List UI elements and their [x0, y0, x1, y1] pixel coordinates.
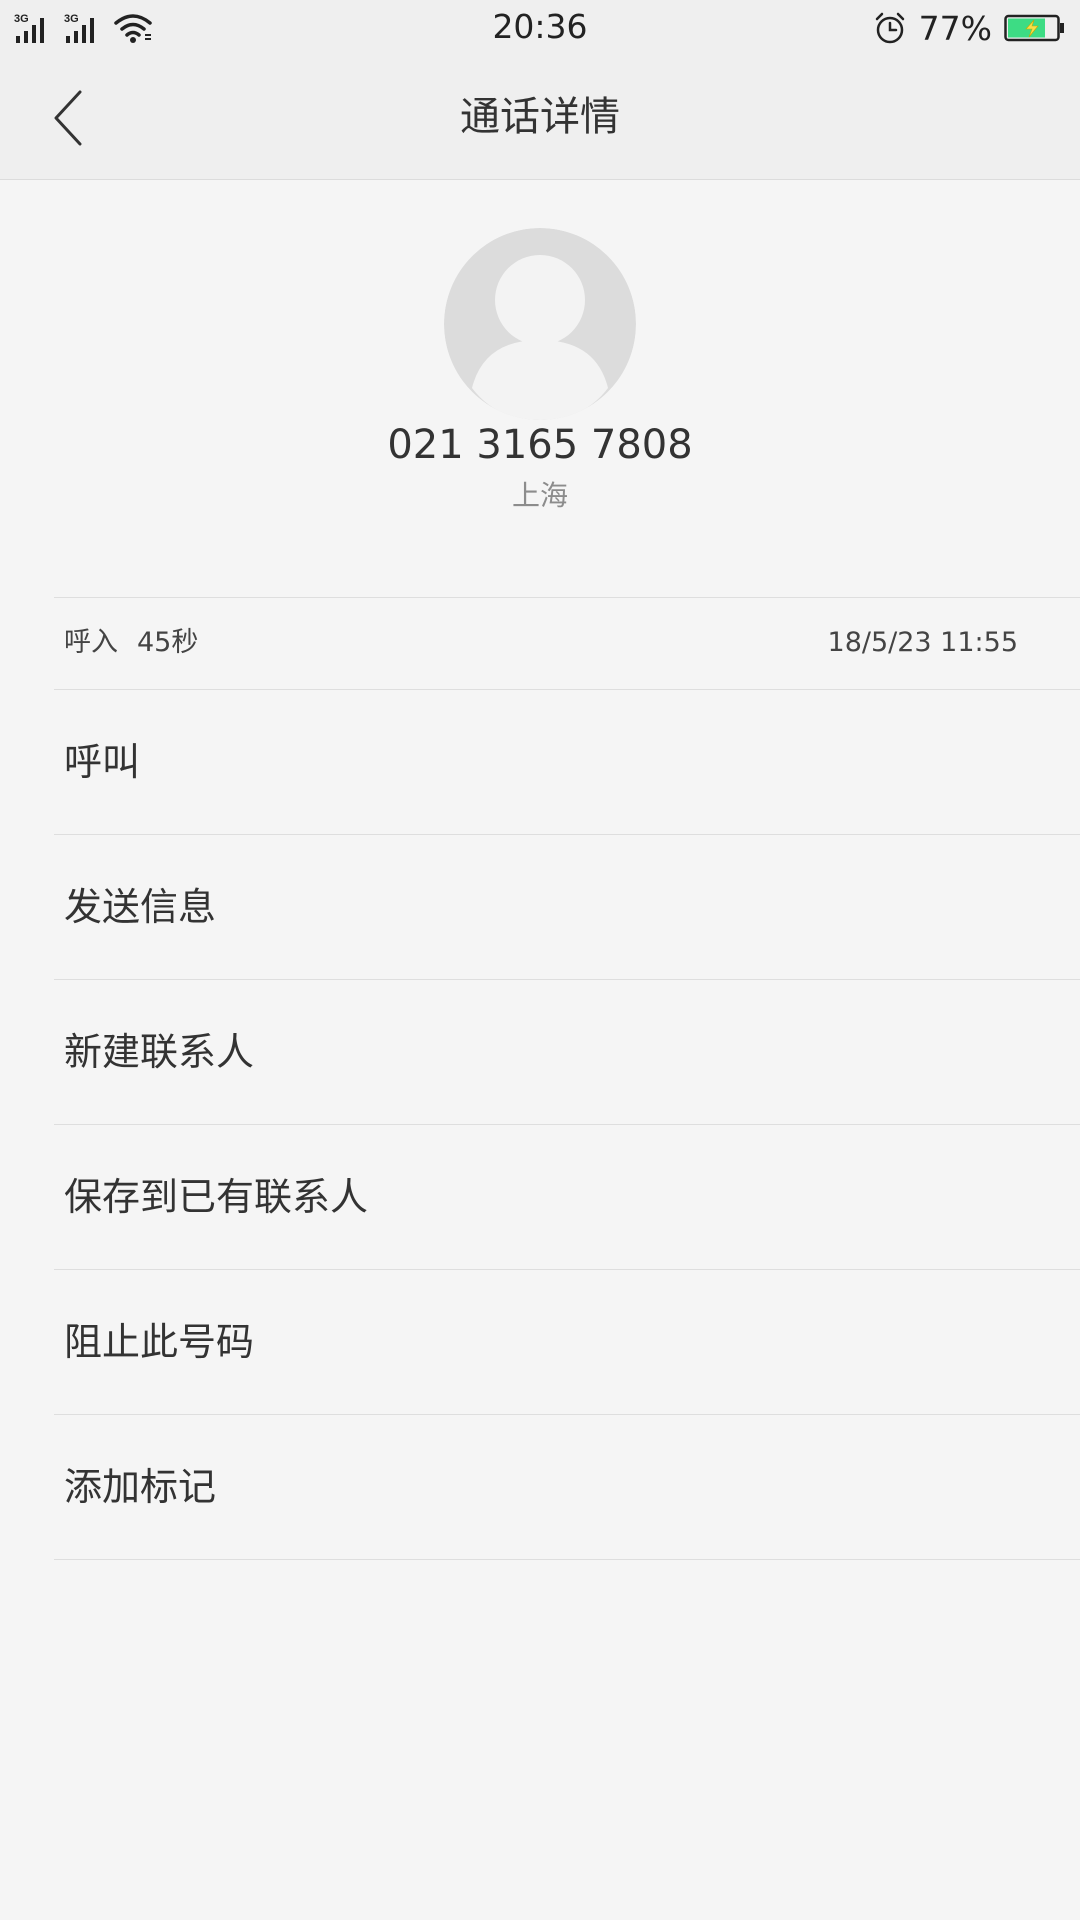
default-avatar-icon [444, 228, 636, 420]
new-contact-button[interactable]: 新建联系人 [54, 980, 1080, 1124]
status-right: 77% [873, 8, 1066, 48]
location-label: 上海 [511, 479, 568, 512]
block-number-label: 阻止此号码 [64, 1320, 255, 1364]
nav-bar: 通话详情 [0, 56, 1080, 180]
new-contact-label: 新建联系人 [64, 1030, 255, 1074]
signal-2-label: 3G [64, 13, 79, 25]
call-record-row: 呼入 45秒 18/5/23 11:55 [54, 598, 1080, 688]
call-duration: 45秒 [137, 627, 199, 658]
save-to-existing-contact-label: 保存到已有联系人 [64, 1175, 369, 1219]
battery-percentage: 77% [918, 8, 992, 48]
wifi-icon [114, 14, 152, 43]
back-button[interactable] [40, 86, 100, 150]
add-tag-label: 添加标记 [64, 1465, 217, 1509]
avatar [444, 228, 636, 420]
page-title: 通话详情 [460, 94, 620, 140]
save-to-existing-contact-button[interactable]: 保存到已有联系人 [54, 1125, 1080, 1269]
signal-icon: 3G [14, 13, 44, 43]
call-datetime: 18/5/23 11:55 [827, 627, 1018, 658]
signal-icon: 3G [64, 13, 94, 43]
call-type: 呼入 [64, 627, 118, 658]
block-number-button[interactable]: 阻止此号码 [54, 1270, 1080, 1414]
battery-charging-icon [1004, 14, 1064, 42]
send-message-button[interactable]: 发送信息 [54, 835, 1080, 979]
phone-number: 021 3165 7808 [387, 422, 693, 468]
status-left: 3G 3G [14, 8, 154, 48]
add-tag-button[interactable]: 添加标记 [54, 1415, 1080, 1559]
alarm-icon [875, 12, 904, 44]
send-message-label: 发送信息 [64, 885, 217, 929]
chevron-left-icon [54, 90, 82, 146]
divider [54, 1559, 1080, 1560]
status-bar: 3G 3G 20:36 77% [0, 0, 1080, 56]
call-button[interactable]: 呼叫 [54, 690, 1080, 834]
call-button-label: 呼叫 [64, 740, 141, 784]
signal-1-label: 3G [14, 13, 29, 25]
